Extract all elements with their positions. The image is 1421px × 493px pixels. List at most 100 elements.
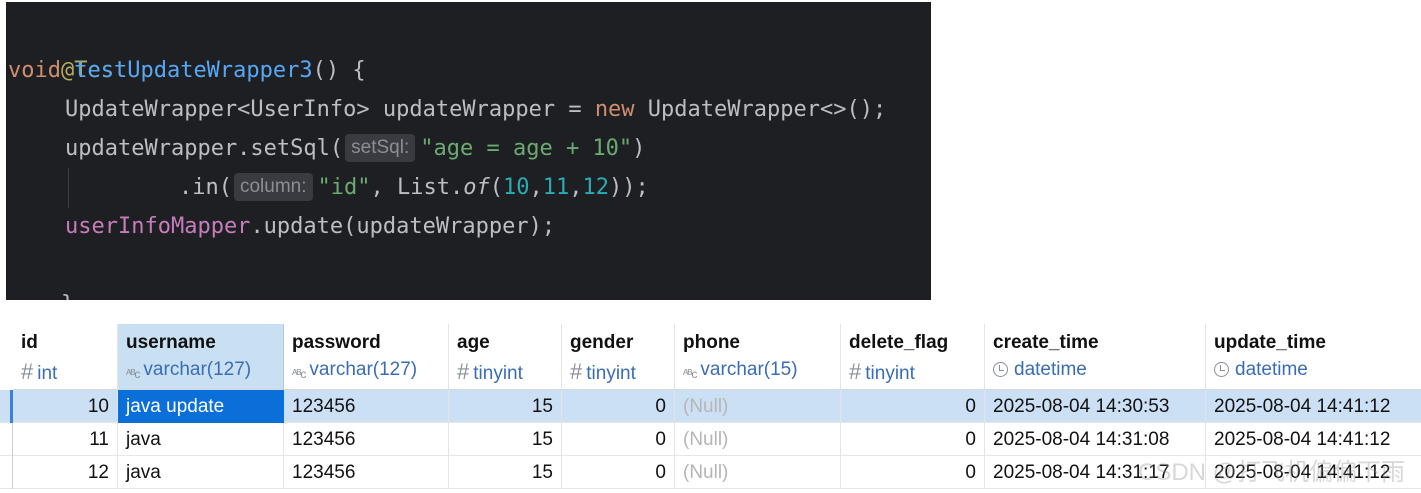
field-reference: userInfoMapper	[65, 214, 251, 239]
cell-age[interactable]: 15	[449, 390, 562, 423]
cell-username[interactable]: java	[118, 456, 284, 489]
cell-phone[interactable]: (Null)	[675, 456, 841, 489]
column-name: age	[457, 332, 490, 353]
cell-update-time[interactable]: 2025-08-04 14:41:12	[1206, 423, 1421, 456]
column-type-text: varchar(15)	[700, 359, 798, 380]
cell-phone[interactable]: (Null)	[675, 423, 841, 456]
code-text: ));	[608, 175, 649, 200]
cell-create-time[interactable]: 2025-08-04 14:30:53	[985, 390, 1206, 423]
number-literal: 11	[542, 175, 570, 200]
static-method: of	[463, 175, 490, 200]
code-editor[interactable]: @Test void testUpdateWrapper3() { Update…	[6, 2, 931, 300]
column-type: ᴬᴮᴄ varchar(15)	[683, 359, 798, 381]
column-type: datetime	[1214, 359, 1308, 381]
column-type-text: varchar(127)	[309, 359, 418, 380]
code-line-2[interactable]: void testUpdateWrapper3() {	[8, 51, 366, 90]
code-line-3[interactable]: UpdateWrapper<UserInfo> updateWrapper = …	[8, 90, 886, 129]
cell-gender[interactable]: 0	[562, 456, 675, 489]
code-line-7[interactable]: }	[8, 246, 74, 300]
column-header-delete-flag[interactable]: delete_flag # tinyint	[841, 324, 985, 390]
column-name: phone	[683, 332, 740, 353]
column-name: id	[21, 332, 38, 353]
column-name: username	[126, 332, 216, 353]
code-text: UpdateWrapper<>();	[634, 97, 887, 122]
code-line-6[interactable]: userInfoMapper.update(updateWrapper);	[8, 207, 555, 246]
text-type-icon: ᴬᴮᴄ	[292, 367, 306, 381]
cell-gender[interactable]: 0	[562, 423, 675, 456]
cell-create-time[interactable]: 2025-08-04 14:31:17	[985, 456, 1206, 489]
column-header-phone[interactable]: phone ᴬᴮᴄ varchar(15)	[675, 324, 841, 390]
column-type: # int	[21, 359, 57, 385]
text-type-icon: ᴬᴮᴄ	[126, 367, 140, 381]
string-literal: "age = age + 10"	[420, 136, 633, 161]
code-line-4[interactable]: updateWrapper.setSql(setSql: "age = age +…	[8, 129, 645, 168]
column-type-text: datetime	[1235, 359, 1308, 380]
number-type-icon: #	[21, 359, 34, 384]
column-type: datetime	[993, 359, 1087, 381]
column-name: password	[292, 332, 381, 353]
parameter-hint-setsql: setSql:	[345, 134, 416, 162]
column-header-age[interactable]: age # tinyint	[449, 324, 562, 390]
code-line-1[interactable]: @Test	[8, 12, 127, 83]
cell-id[interactable]: 11	[13, 423, 118, 456]
column-name: update_time	[1214, 332, 1326, 353]
cell-gender[interactable]: 0	[562, 390, 675, 423]
cell-password[interactable]: 123456	[284, 456, 449, 489]
cell-update-time[interactable]: 2025-08-04 14:41:12	[1206, 390, 1421, 423]
cell-age[interactable]: 15	[449, 456, 562, 489]
cell-username[interactable]: java	[118, 423, 284, 456]
cell-phone[interactable]: (Null)	[675, 390, 841, 423]
code-text: )	[632, 136, 646, 161]
column-header-password[interactable]: password ᴬᴮᴄ varchar(127)	[284, 324, 449, 390]
table-row[interactable]: 11 java 123456 15 0 (Null) 0 2025-08-04 …	[0, 423, 1421, 456]
column-header-update-time[interactable]: update_time datetime	[1206, 324, 1421, 390]
row-selector[interactable]	[0, 456, 13, 489]
clock-icon	[993, 362, 1008, 377]
column-type-text: varchar(127)	[143, 359, 252, 380]
text-type-icon: ᴬᴮᴄ	[683, 367, 697, 381]
keyword-new: new	[594, 97, 635, 122]
cell-delete-flag[interactable]: 0	[841, 390, 985, 423]
column-header-username[interactable]: username ᴬᴮᴄ varchar(127)	[118, 324, 284, 390]
cell-username[interactable]: java update	[118, 390, 284, 423]
column-header-gender[interactable]: gender # tinyint	[562, 324, 675, 390]
number-type-icon: #	[849, 359, 862, 384]
table-row[interactable]: 12 java 123456 15 0 (Null) 0 2025-08-04 …	[0, 456, 1421, 489]
table-row[interactable]: 10 java update 123456 15 0 (Null) 0 2025…	[0, 390, 1421, 423]
number-literal: 10	[502, 175, 530, 200]
number-literal: 12	[582, 175, 609, 200]
cell-update-time[interactable]: 2025-08-04 14:41:12	[1206, 456, 1421, 489]
row-selector[interactable]	[0, 390, 13, 423]
column-type: ᴬᴮᴄ varchar(127)	[292, 359, 417, 381]
cell-id[interactable]: 12	[13, 456, 118, 489]
column-name: create_time	[993, 332, 1099, 353]
column-type: ᴬᴮᴄ varchar(127)	[126, 359, 251, 381]
code-text: .in(	[179, 175, 232, 200]
number-type-icon: #	[570, 359, 583, 384]
column-type-text: tinyint	[473, 363, 523, 384]
cell-password[interactable]: 123456	[284, 390, 449, 423]
column-name: gender	[570, 332, 634, 353]
code-text: () {	[312, 58, 366, 83]
code-text: (	[489, 175, 503, 200]
cell-id[interactable]: 10	[13, 390, 118, 423]
column-type: # tinyint	[849, 359, 915, 385]
cell-delete-flag[interactable]: 0	[841, 423, 985, 456]
parameter-hint-column: column:	[233, 173, 313, 201]
string-literal: "id"	[317, 175, 371, 200]
code-text: }	[61, 292, 74, 300]
cell-delete-flag[interactable]: 0	[841, 456, 985, 489]
cell-password[interactable]: 123456	[284, 423, 449, 456]
cell-create-time[interactable]: 2025-08-04 14:31:08	[985, 423, 1206, 456]
column-name: delete_flag	[849, 332, 949, 353]
code-line-5[interactable]: .in(column: "id", List.of(10,11,12));	[8, 168, 649, 207]
row-selector[interactable]	[0, 423, 13, 456]
code-text: UpdateWrapper<UserInfo> updateWrapper =	[65, 97, 595, 122]
column-header-id[interactable]: id # int	[13, 324, 118, 390]
code-text: updateWrapper.setSql(	[65, 136, 344, 161]
cell-age[interactable]: 15	[449, 423, 562, 456]
column-header-create-time[interactable]: create_time datetime	[985, 324, 1206, 390]
keyword-void: void	[8, 58, 61, 83]
column-type-text: tinyint	[865, 363, 915, 384]
result-grid[interactable]: id # int username ᴬᴮᴄ varchar(127) passwor…	[0, 324, 1421, 493]
